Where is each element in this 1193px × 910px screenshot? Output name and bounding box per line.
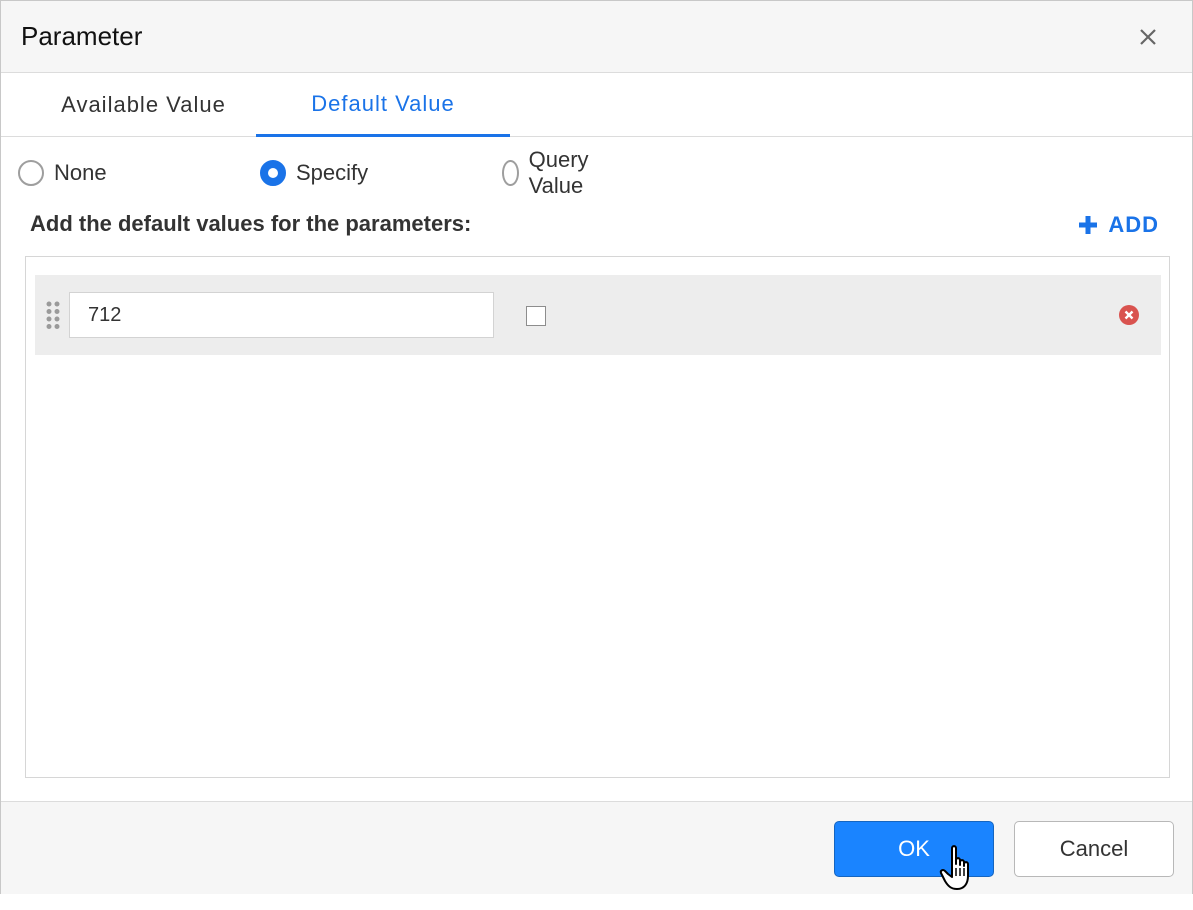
add-button[interactable]: ADD: [1078, 209, 1159, 241]
tab-bar: Available Value Default Value: [1, 73, 1192, 137]
default-values-label: Add the default values for the parameter…: [30, 211, 472, 236]
default-values-list: [25, 256, 1170, 778]
dialog-header: Parameter: [1, 1, 1192, 73]
add-button-label: ADD: [1108, 212, 1159, 237]
close-button[interactable]: [1134, 23, 1162, 51]
radio-none-circle[interactable]: [18, 160, 44, 186]
radio-specify[interactable]: Specify: [260, 157, 368, 189]
default-value-checkbox[interactable]: [526, 306, 546, 326]
dialog-footer: OK Cancel: [1, 801, 1192, 894]
tab-default-value[interactable]: Default Value: [256, 73, 510, 137]
ok-button[interactable]: OK: [834, 821, 994, 877]
list-item: [35, 275, 1161, 355]
close-icon: [1140, 29, 1156, 45]
cancel-button[interactable]: Cancel: [1014, 821, 1174, 877]
parameter-dialog: Parameter Available Value Default Value …: [0, 0, 1193, 894]
radio-query-value[interactable]: Query Value: [502, 147, 598, 198]
radio-specify-label: Specify: [296, 160, 369, 185]
radio-none-label: None: [54, 160, 107, 185]
default-value-input[interactable]: [69, 292, 494, 338]
drag-handle-icon[interactable]: [45, 300, 61, 330]
radio-query-value-label: Query Value: [528, 147, 589, 198]
dialog-title: Parameter: [21, 21, 143, 51]
radio-specify-circle[interactable]: [260, 160, 286, 186]
plus-icon: [1079, 216, 1098, 234]
tab-available-value[interactable]: Available Value: [21, 73, 266, 137]
radio-none[interactable]: None: [18, 157, 107, 189]
radio-query-value-circle[interactable]: [502, 160, 519, 186]
delete-icon[interactable]: [1119, 305, 1139, 325]
